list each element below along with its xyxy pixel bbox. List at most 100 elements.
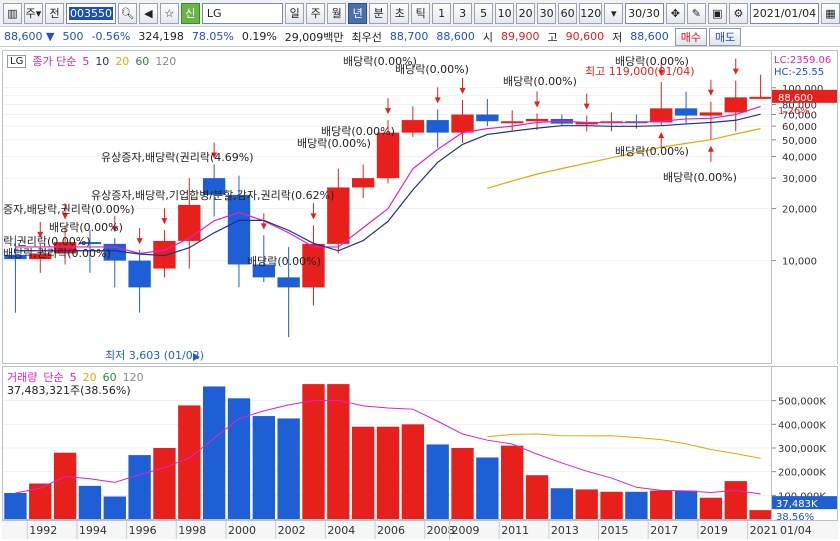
- volume-bar: [78, 485, 102, 519]
- volume-bar: [4, 492, 27, 519]
- x-tick-label: 2000: [228, 524, 256, 537]
- open-label: 시: [482, 30, 494, 44]
- volume-bar: [153, 448, 176, 519]
- event-annotation: 배당락(0.00%): [615, 145, 689, 158]
- volume-tick-label: 500,000K: [778, 397, 826, 408]
- x-tick-label: 2015: [601, 524, 629, 537]
- search-icon[interactable]: 🔍︎: [117, 2, 137, 24]
- dropdown-icon[interactable]: ▾: [604, 2, 624, 24]
- event-annotation: 유상증자,배당락,기업합병/분할,감자,권리락(0.62%): [91, 189, 334, 202]
- price-legend: LG 종가 단순 5 10 20 60 120: [7, 53, 176, 69]
- price-tick-label: 10,000: [782, 257, 817, 268]
- ma60-label: 60: [135, 54, 150, 68]
- interval-10[interactable]: 10: [495, 2, 515, 24]
- x-tick-label: 1996: [129, 524, 157, 537]
- crosshair-icon[interactable]: ✥: [665, 2, 685, 24]
- interval-60[interactable]: 60: [558, 2, 578, 24]
- ma10-label: 10: [95, 54, 110, 68]
- price-chart-panel[interactable]: 배당락(0.00%) 배당락(0.00%) 배당락(0.00%) 배당락(0.00%)…: [2, 50, 772, 364]
- date-input[interactable]: 2021/01/04: [749, 2, 819, 24]
- candle-body: [376, 132, 400, 179]
- gear-icon[interactable]: ⚙: [728, 2, 748, 24]
- lc-label: LC:2359.06: [774, 55, 831, 66]
- draw-icon[interactable]: ✎: [686, 2, 706, 24]
- interval-5[interactable]: 5: [474, 2, 494, 24]
- volume-pct: 78.05%: [191, 30, 234, 43]
- ma20-label: 20: [115, 54, 130, 68]
- interval-120[interactable]: 120: [579, 2, 603, 24]
- price-tick-label: 40,000: [782, 153, 817, 164]
- x-tick-label: 2008: [427, 524, 455, 537]
- save-icon[interactable]: ▣: [707, 2, 727, 24]
- event-arrow-head: [434, 97, 441, 104]
- star-icon[interactable]: ☆: [159, 2, 179, 24]
- volume-bar: [128, 455, 151, 519]
- event-arrow-head: [385, 108, 391, 115]
- period-day[interactable]: 일: [285, 2, 305, 24]
- price-change: 500: [62, 30, 84, 43]
- x-tick-label: 2013: [551, 524, 579, 537]
- volume-chart-panel[interactable]: 거래량 단순 5 20 60 120 37,483,321주(38.56%): [2, 366, 772, 520]
- last-pct-tag: 1.26%: [778, 106, 810, 117]
- candle-body: [476, 114, 499, 122]
- stock-code-input[interactable]: 003550: [66, 2, 116, 24]
- period-year[interactable]: 년: [348, 2, 368, 24]
- lg-tag[interactable]: LG: [7, 54, 27, 68]
- speaker-icon[interactable]: ◀: [138, 2, 158, 24]
- interval-1[interactable]: 1: [432, 2, 452, 24]
- volume-bar: [650, 490, 673, 519]
- price-axis: LC:2359.06HC:-25.55100,00090,00080,00070…: [772, 50, 838, 364]
- period-menu-button[interactable]: 주 ▾: [24, 2, 43, 24]
- candle-body: [277, 277, 300, 288]
- stock-name-field[interactable]: LG: [201, 2, 284, 24]
- period-minute[interactable]: 분: [369, 2, 389, 24]
- volume-bar: [202, 386, 226, 519]
- current-price: 88,600 ▼: [4, 30, 55, 43]
- price-axis-svg: LC:2359.06HC:-25.55100,00090,00080,00070…: [772, 55, 837, 268]
- price-legend-type: 종가 단순: [32, 55, 77, 68]
- volume-bar: [178, 405, 201, 519]
- high-price: 90,600: [565, 30, 605, 43]
- calendar-icon[interactable]: ▦: [820, 2, 840, 24]
- interval-30[interactable]: 30: [537, 2, 557, 24]
- candle-body: [401, 120, 425, 133]
- candle-body: [501, 121, 524, 124]
- candle-body: [178, 204, 201, 241]
- event-arrow-head: [260, 223, 267, 230]
- event-annotation: 배당락(0.00%): [503, 75, 577, 88]
- volume-bar: [351, 426, 375, 519]
- volume-value: 324,198: [138, 30, 184, 43]
- candle-body: [128, 260, 151, 288]
- x-tick-label: 2011: [501, 524, 529, 537]
- volume-bar: [29, 483, 52, 519]
- low-price: 88,600: [630, 30, 669, 43]
- jeon-button[interactable]: 전: [45, 2, 64, 24]
- interval-20[interactable]: 20: [516, 2, 536, 24]
- x-tick-label: 2021: [750, 524, 778, 537]
- x-tick-label: 2017: [650, 524, 678, 537]
- period-second[interactable]: 초: [390, 2, 410, 24]
- event-arrow-head: [707, 89, 714, 96]
- turnover-pct: 0.19%: [241, 30, 277, 43]
- current-volume-label: 37,483,321주(38.56%): [7, 384, 131, 397]
- count-input[interactable]: 30/30: [625, 2, 664, 24]
- low-note: 최저 3,603 (01/02): [105, 349, 204, 362]
- event-annotation: 배당락(0.00%): [49, 221, 123, 234]
- price-tick-label: 50,000: [782, 136, 817, 147]
- period-tick[interactable]: 틱: [411, 2, 431, 24]
- volume-bar: [749, 510, 771, 519]
- buy-button[interactable]: 매수: [674, 27, 708, 46]
- high-note: 최고 119,000(01/04): [585, 65, 695, 78]
- sell-button[interactable]: 매도: [709, 27, 742, 46]
- event-annotation: 증자,배당락,권리락(0.00%): [3, 203, 134, 216]
- event-arrow-head: [658, 132, 665, 139]
- event-arrow-head: [459, 87, 466, 94]
- event-annotation: 배당락(0.00%): [663, 171, 737, 184]
- x-tick-label: 1992: [29, 524, 57, 537]
- period-week[interactable]: 주: [306, 2, 326, 24]
- last-volume-tag: 37,483K: [776, 499, 818, 510]
- interval-3[interactable]: 3: [453, 2, 473, 24]
- chart-type-icon[interactable]: ▥: [3, 2, 22, 24]
- period-month[interactable]: 월: [327, 2, 347, 24]
- event-annotation: 배당락(0.00%): [297, 137, 371, 150]
